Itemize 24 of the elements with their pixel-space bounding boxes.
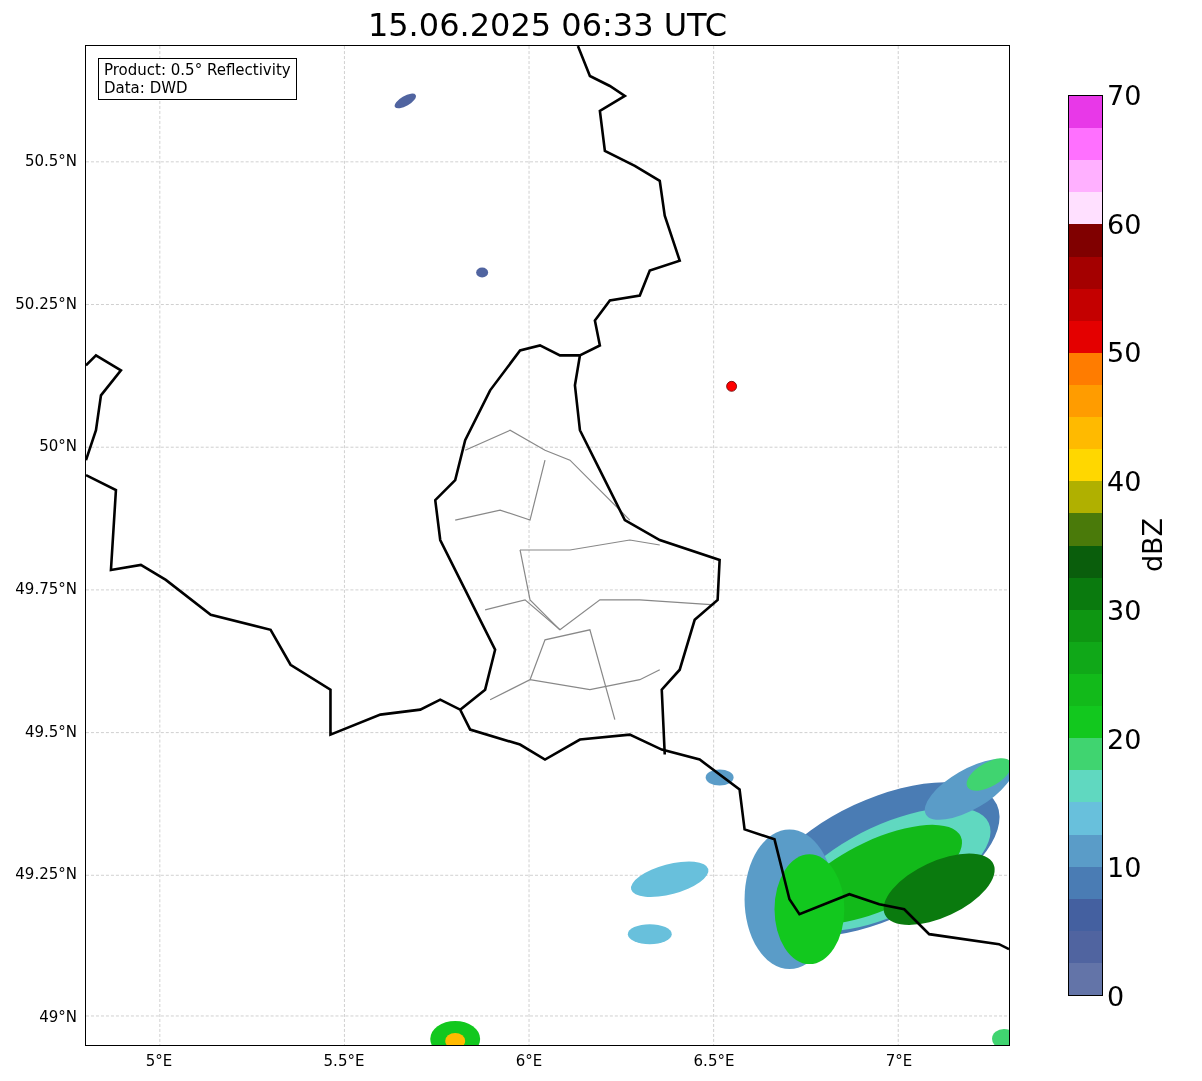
x-tick-label: 6.5°E [693,1052,735,1070]
colorbar-tick-label: 30 [1107,594,1142,626]
colorbar-tick-label: 50 [1107,336,1142,368]
y-tick-label: 49.25°N [15,865,77,884]
colorbar-tick-label: 10 [1107,851,1142,883]
y-tick-label: 49.5°N [24,722,77,741]
x-tick-label: 7°E [885,1052,913,1070]
colorbar-tick-label: 40 [1107,465,1142,497]
x-tick-label: 5.5°E [323,1052,365,1070]
x-tick-label: 5°E [145,1052,173,1070]
colorbar-tick-label: 70 [1107,79,1142,111]
colorbar-tick-label: 60 [1107,208,1142,240]
colorbar-label: dBZ [1136,517,1168,573]
colorbar-tick-label: 20 [1107,723,1142,755]
y-tick-label: 49.75°N [15,580,77,598]
legend-text: Product: 0.5° Reflectivity [104,61,291,79]
y-tick-label: 49°N [39,1008,77,1026]
colorbar-tick-label: 0 [1107,980,1125,1012]
y-tick-label: 50°N [39,437,77,456]
legend-text: Data: DWD [104,79,189,97]
chart-title: 15.06.2025 06:33 UTC [366,5,729,45]
y-tick-label: 50.25°N [15,294,77,313]
x-tick-label: 6°E [515,1052,543,1070]
y-tick-label: 50.5°N [24,152,77,170]
